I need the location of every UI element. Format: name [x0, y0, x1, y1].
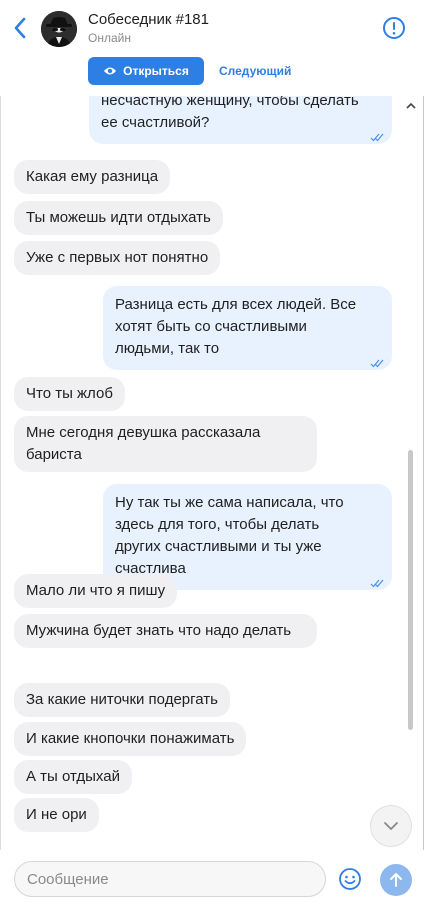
alert-icon [383, 17, 405, 39]
read-receipt-icon [370, 353, 384, 368]
smiley-icon [339, 868, 361, 890]
online-status: Онлайн [88, 31, 131, 45]
emoji-button[interactable] [338, 867, 362, 891]
message-input[interactable] [14, 861, 326, 897]
message-list[interactable]: несчастную женщину, чтобы сделать ее сча… [0, 96, 424, 850]
incoming-message[interactable]: Какая ему разница [14, 160, 171, 194]
chevron-up-icon [406, 102, 416, 109]
chevron-down-icon [384, 822, 398, 831]
message-text: И не ори [26, 806, 87, 823]
incoming-message[interactable]: И какие кнопочки понажимать [14, 722, 247, 756]
message-text: Что ты жлоб [26, 385, 113, 402]
scroll-up-arrow[interactable] [405, 98, 417, 109]
incoming-message[interactable]: За какие ниточки подергать [14, 683, 230, 717]
read-receipt-icon [370, 127, 384, 142]
spy-avatar-icon [41, 11, 77, 47]
report-button[interactable] [382, 16, 406, 40]
open-profile-label: Открыться [123, 64, 189, 78]
arrow-up-icon [390, 873, 402, 887]
message-text: Ну так ты же сама написала, что здесь дл… [115, 494, 344, 577]
chevron-left-icon [14, 17, 26, 39]
open-profile-button[interactable]: Открыться [88, 57, 204, 85]
composer-bar [0, 850, 424, 910]
outgoing-message[interactable]: Разница есть для всех людей. Все хотят б… [103, 286, 392, 370]
incoming-message[interactable]: Мужчина будет знать что надо делать [14, 614, 317, 648]
send-button[interactable] [380, 864, 412, 896]
message-text: Разница есть для всех людей. Все хотят б… [115, 296, 357, 357]
incoming-message[interactable]: Уже с первых нот понятно [14, 241, 221, 275]
incoming-message[interactable]: Ты можешь идти отдыхать [14, 201, 223, 235]
message-text: Уже с первых нот понятно [26, 249, 209, 266]
message-text: Какая ему разница [26, 168, 159, 185]
incoming-message[interactable]: И не ори [14, 798, 99, 832]
chat-title: Собеседник #181 [88, 11, 209, 28]
message-text: Мужчина будет знать что надо делать [26, 622, 292, 639]
outgoing-message[interactable]: несчастную женщину, чтобы сделать ее сча… [89, 96, 392, 144]
message-text: несчастную женщину, чтобы сделать ее сча… [101, 96, 359, 131]
scrollbar-thumb[interactable] [408, 450, 413, 730]
scroll-down-button[interactable] [370, 805, 412, 847]
message-text: Ты можешь идти отдыхать [26, 209, 211, 226]
message-text: Мало ли что я пишу [26, 582, 166, 599]
incoming-message[interactable]: Мне сегодня девушка рассказала бариста [14, 416, 317, 472]
message-text: А ты отдыхай [26, 768, 120, 785]
incoming-message[interactable]: Мало ли что я пишу [14, 574, 178, 608]
avatar[interactable] [41, 11, 77, 47]
message-text: И какие кнопочки понажимать [26, 730, 235, 747]
eye-icon [104, 67, 117, 75]
message-text: Мне сегодня девушка рассказала бариста [26, 424, 261, 463]
chat-header: Собеседник #181 Онлайн Открыться Следующ… [0, 0, 424, 96]
read-receipt-icon [370, 573, 384, 588]
incoming-message[interactable]: А ты отдыхай [14, 760, 132, 794]
next-chat-button[interactable]: Следующий [219, 57, 291, 85]
message-text: За какие ниточки подергать [26, 691, 218, 708]
back-button[interactable] [10, 16, 30, 40]
incoming-message[interactable]: Что ты жлоб [14, 377, 125, 411]
